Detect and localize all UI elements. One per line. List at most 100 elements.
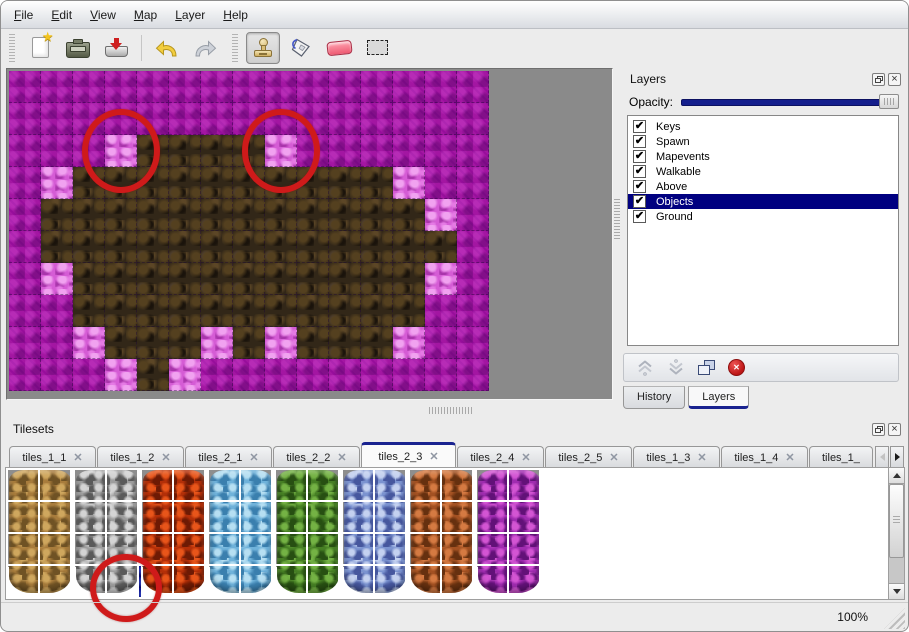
map-tile[interactable]: [169, 263, 201, 295]
tileset-tab-tiles_1[interactable]: tiles_1_: [809, 446, 873, 468]
map-canvas[interactable]: [6, 68, 613, 400]
map-tile[interactable]: [265, 199, 297, 231]
map-tile[interactable]: [41, 167, 73, 199]
layer-visibility-checkbox[interactable]: ✔: [633, 135, 646, 148]
map-tile[interactable]: [137, 263, 169, 295]
map-tile[interactable]: [9, 231, 41, 263]
tileset-tile[interactable]: [241, 470, 273, 502]
map-tile[interactable]: [73, 231, 105, 263]
delete-layer-button[interactable]: ✕: [728, 359, 745, 376]
map-tile[interactable]: [233, 199, 265, 231]
map-tile[interactable]: [361, 231, 393, 263]
map-tile[interactable]: [9, 263, 41, 295]
map-tile[interactable]: [201, 199, 233, 231]
tileset-tile[interactable]: [40, 470, 72, 502]
tileset-tile[interactable]: [477, 534, 509, 566]
map-tile[interactable]: [457, 71, 489, 103]
redo-button[interactable]: [188, 32, 222, 64]
map-tile[interactable]: [41, 71, 73, 103]
tileset-tile[interactable]: [509, 470, 541, 502]
scroll-tabs-right-button[interactable]: [890, 446, 904, 468]
tileset-tile[interactable]: [8, 566, 40, 598]
map-tile[interactable]: [361, 359, 393, 391]
map-tile[interactable]: [329, 103, 361, 135]
tileset-tile[interactable]: [375, 534, 407, 566]
close-panel-button[interactable]: ×: [888, 423, 901, 436]
map-tile[interactable]: [73, 359, 105, 391]
close-tab-icon[interactable]: ✕: [161, 451, 170, 464]
map-tile[interactable]: [425, 263, 457, 295]
layer-row-walkable[interactable]: ✔Walkable: [628, 164, 898, 179]
map-tile[interactable]: [361, 295, 393, 327]
map-tile[interactable]: [137, 327, 169, 359]
tileset-tile[interactable]: [8, 502, 40, 534]
tileset-tile[interactable]: [410, 502, 442, 534]
close-tab-icon[interactable]: ✕: [249, 451, 258, 464]
map-tile[interactable]: [457, 135, 489, 167]
tileset-tile[interactable]: [174, 470, 206, 502]
tileset-tile[interactable]: [410, 470, 442, 502]
tileset-tile[interactable]: [308, 502, 340, 534]
tileset-tab-tiles_1_4[interactable]: tiles_1_4✕: [721, 446, 808, 468]
map-tile[interactable]: [425, 167, 457, 199]
tileset-tab-tiles_2_2[interactable]: tiles_2_2✕: [273, 446, 360, 468]
tileset-tab-tiles_1_1[interactable]: tiles_1_1✕: [9, 446, 96, 468]
map-tile[interactable]: [393, 71, 425, 103]
map-tile[interactable]: [329, 263, 361, 295]
tileset-tile[interactable]: [410, 534, 442, 566]
tileset-tile[interactable]: [174, 502, 206, 534]
map-tile[interactable]: [41, 295, 73, 327]
tileset-tile[interactable]: [174, 534, 206, 566]
map-tile[interactable]: [329, 135, 361, 167]
map-tile[interactable]: [297, 199, 329, 231]
map-tile[interactable]: [137, 359, 169, 391]
dock-tab-history[interactable]: History: [623, 386, 685, 409]
map-tile[interactable]: [201, 135, 233, 167]
tileset-tile[interactable]: [40, 534, 72, 566]
tileset-tile[interactable]: [276, 534, 308, 566]
scroll-up-button[interactable]: [889, 468, 904, 484]
map-tile[interactable]: [233, 71, 265, 103]
map-tile[interactable]: [329, 167, 361, 199]
close-tab-icon[interactable]: ✕: [785, 451, 794, 464]
tileset-scrollbar[interactable]: [888, 467, 905, 600]
map-tile[interactable]: [457, 199, 489, 231]
tileset-tile[interactable]: [375, 566, 407, 598]
tileset-tile[interactable]: [477, 470, 509, 502]
tileset-tile[interactable]: [343, 470, 375, 502]
tileset-tab-tiles_1_2[interactable]: tiles_1_2✕: [97, 446, 184, 468]
tileset-tile[interactable]: [308, 566, 340, 598]
tileset-tile[interactable]: [107, 502, 139, 534]
select-tool-button[interactable]: [360, 32, 394, 64]
map-tile[interactable]: [105, 231, 137, 263]
map-tile[interactable]: [73, 199, 105, 231]
menu-item-file[interactable]: File: [5, 4, 42, 26]
map-tile[interactable]: [297, 295, 329, 327]
map-tile[interactable]: [233, 231, 265, 263]
tileset-tile[interactable]: [142, 470, 174, 502]
opacity-slider-thumb[interactable]: [879, 94, 899, 109]
map-tile[interactable]: [393, 231, 425, 263]
map-tile[interactable]: [9, 327, 41, 359]
map-tile[interactable]: [41, 263, 73, 295]
map-tile[interactable]: [169, 71, 201, 103]
tileset-tile[interactable]: [509, 566, 541, 598]
tileset-tile[interactable]: [40, 502, 72, 534]
menu-item-help[interactable]: Help: [214, 4, 257, 26]
map-tile[interactable]: [297, 327, 329, 359]
tileset-tile[interactable]: [276, 470, 308, 502]
raise-layer-button[interactable]: [636, 359, 654, 376]
map-tile[interactable]: [425, 295, 457, 327]
scrollbar-thumb[interactable]: [889, 484, 904, 558]
map-tile[interactable]: [201, 295, 233, 327]
tileset-tile[interactable]: [209, 566, 241, 598]
tileset-tab-tiles_1_3[interactable]: tiles_1_3✕: [633, 446, 720, 468]
layer-visibility-checkbox[interactable]: ✔: [633, 165, 646, 178]
fill-tool-button[interactable]: [284, 32, 318, 64]
tileset-tile[interactable]: [8, 534, 40, 566]
close-panel-button[interactable]: ×: [888, 73, 901, 86]
tileset-tile[interactable]: [375, 502, 407, 534]
map-tile[interactable]: [9, 135, 41, 167]
map-tile[interactable]: [297, 71, 329, 103]
tileset-tile[interactable]: [343, 534, 375, 566]
